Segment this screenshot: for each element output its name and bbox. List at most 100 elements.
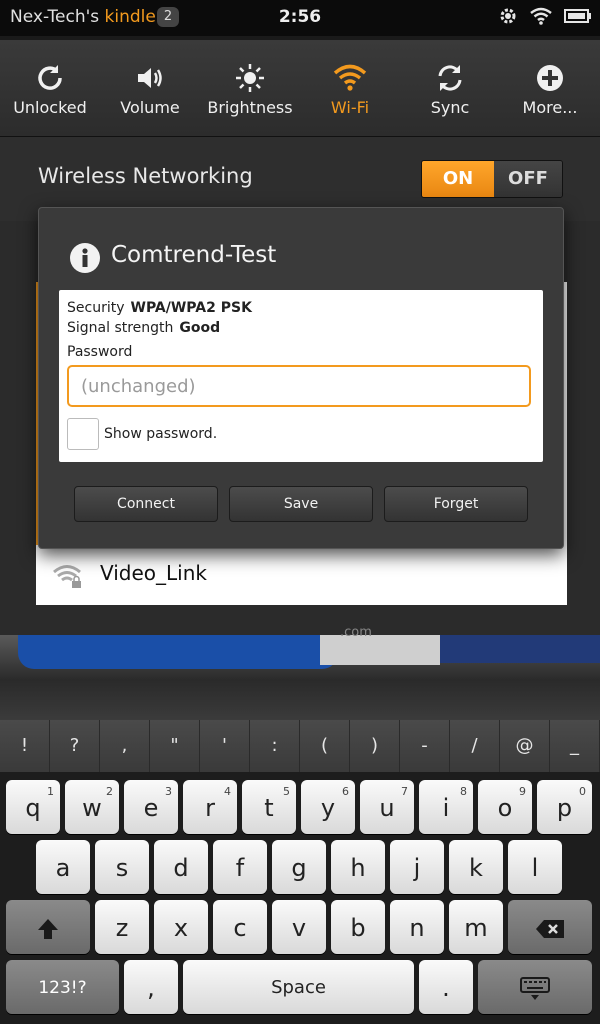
key-t[interactable]: t5 [242, 780, 296, 834]
key-i[interactable]: i8 [419, 780, 473, 834]
shift-key[interactable] [6, 900, 90, 954]
signal-value: Good [179, 320, 221, 336]
key-number-hint: 8 [460, 785, 467, 798]
wifi-status-icon [530, 7, 552, 29]
key-g[interactable]: g [272, 840, 326, 894]
key-k[interactable]: k [449, 840, 503, 894]
key-c[interactable]: c [213, 900, 267, 954]
key-a[interactable]: a [36, 840, 90, 894]
symbol-row: ! ? , " ' : ( ) - / @ _ [0, 720, 600, 772]
key-letter: e [143, 794, 159, 822]
backspace-icon [535, 914, 565, 942]
key-number-hint: 7 [401, 785, 408, 798]
hide-keyboard-key[interactable] [478, 960, 592, 1014]
key-r[interactable]: r4 [183, 780, 237, 834]
status-bar: Nex-Tech's kindle 2 2:56 [0, 0, 600, 36]
key-s[interactable]: s [95, 840, 149, 894]
symbol-key[interactable]: : [250, 720, 300, 772]
key-j[interactable]: j [390, 840, 444, 894]
key-b[interactable]: b [331, 900, 385, 954]
key-p[interactable]: p0 [537, 780, 592, 834]
key-w[interactable]: w2 [65, 780, 119, 834]
quick-more-button[interactable]: More... [500, 40, 600, 136]
key-o[interactable]: o9 [478, 780, 532, 834]
key-letter: u [379, 794, 395, 822]
symbol-key[interactable]: ? [50, 720, 100, 772]
connect-button[interactable]: Connect [74, 486, 218, 522]
keyboard-hide-icon [520, 974, 550, 1002]
quick-sync-label: Sync [430, 98, 470, 117]
key-d[interactable]: d [154, 840, 208, 894]
dialog-title: Comtrend-Test [111, 242, 277, 268]
security-row: Security WPA/WPA2 PSK [67, 300, 252, 316]
symbol-key[interactable]: / [450, 720, 500, 772]
sync-icon [434, 62, 466, 94]
key-x[interactable]: x [154, 900, 208, 954]
key-number-hint: 4 [224, 785, 231, 798]
key-letter: y [320, 794, 336, 822]
toggle-off[interactable]: OFF [494, 161, 562, 197]
key-number-hint: 3 [165, 785, 172, 798]
key-f[interactable]: f [213, 840, 267, 894]
numbers-symbols-key[interactable]: 123!? [6, 960, 119, 1014]
network-item-video-link[interactable]: Video_Link [36, 545, 563, 605]
quick-wifi-label: Wi-Fi [330, 98, 370, 117]
wireless-networking-title: Wireless Networking [38, 164, 253, 188]
quick-brightness-button[interactable]: Brightness [200, 40, 300, 136]
key-u[interactable]: u7 [360, 780, 414, 834]
symbol-key[interactable]: ! [0, 720, 50, 772]
rotate-lock-icon [34, 62, 66, 94]
on-screen-keyboard: ! ? , " ' : ( ) - / @ _ q1 w2 e3 r4 t5 y… [0, 720, 600, 1024]
key-q[interactable]: q1 [6, 780, 60, 834]
gear-icon[interactable] [498, 6, 518, 30]
show-password-label: Show password. [104, 426, 218, 442]
quick-volume-label: Volume [120, 98, 180, 117]
quick-wifi-button[interactable]: Wi-Fi [300, 40, 400, 136]
signal-label: Signal strength [67, 320, 174, 336]
quick-brightness-label: Brightness [207, 98, 293, 117]
key-y[interactable]: y6 [301, 780, 355, 834]
toggle-on[interactable]: ON [422, 161, 494, 197]
network-dialog: Comtrend-Test Security WPA/WPA2 PSK Signa… [38, 207, 564, 549]
comma-key[interactable]: , [124, 960, 178, 1014]
password-input[interactable] [67, 365, 531, 407]
key-letter: w [82, 794, 102, 822]
backspace-key[interactable] [508, 900, 592, 954]
key-number-hint: 1 [47, 785, 54, 798]
key-l[interactable]: l [508, 840, 562, 894]
signal-row: Signal strength Good [67, 320, 220, 336]
symbol-key[interactable]: _ [550, 720, 600, 772]
background-shelf: .com [0, 625, 600, 725]
symbol-key[interactable]: " [150, 720, 200, 772]
speaker-icon [134, 62, 166, 94]
quick-unlocked-button[interactable]: Unlocked [0, 40, 100, 136]
dialog-panel: Security WPA/WPA2 PSK Signal strength Good… [59, 290, 543, 462]
quick-volume-button[interactable]: Volume [100, 40, 200, 136]
quick-more-label: More... [522, 98, 578, 117]
key-m[interactable]: m [449, 900, 503, 954]
quick-sync-button[interactable]: Sync [400, 40, 500, 136]
symbol-key[interactable]: ) [350, 720, 400, 772]
forget-button[interactable]: Forget [384, 486, 528, 522]
shift-arrow-icon [37, 914, 59, 942]
key-v[interactable]: v [272, 900, 326, 954]
shelf-book [440, 635, 600, 663]
key-letter: p [556, 794, 573, 822]
show-password-checkbox[interactable] [67, 418, 99, 450]
shelf-book [18, 635, 338, 669]
key-number-hint: 9 [519, 785, 526, 798]
quick-unlocked-label: Unlocked [13, 98, 87, 117]
key-letter: i [442, 794, 450, 822]
quick-settings-bar: Unlocked Volume Brightness Wi-Fi Sync Mo… [0, 40, 600, 137]
wireless-toggle[interactable]: ON OFF [421, 160, 563, 198]
key-z[interactable]: z [95, 900, 149, 954]
period-key[interactable]: . [419, 960, 473, 1014]
key-e[interactable]: e3 [124, 780, 178, 834]
plus-icon [534, 62, 566, 94]
space-key[interactable]: Space [183, 960, 414, 1014]
password-label: Password [67, 344, 133, 360]
save-button[interactable]: Save [229, 486, 373, 522]
key-h[interactable]: h [331, 840, 385, 894]
key-n[interactable]: n [390, 900, 444, 954]
security-label: Security [67, 300, 125, 316]
